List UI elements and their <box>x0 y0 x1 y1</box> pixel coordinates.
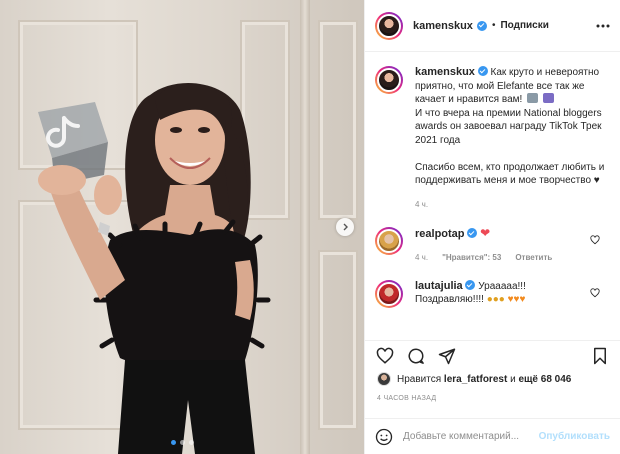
post-sidebar: kamenskux • Подписки kamenskux Как круто… <box>364 0 620 454</box>
likes-prefix: Нравится <box>397 373 442 385</box>
comment-item: realpotap ❤ 4 ч. "Нравится": 53 Ответить <box>365 227 620 264</box>
comment-item: lautajulia Урааааа!!! Поздравляю!!!! ●●●… <box>365 280 620 308</box>
avatar[interactable] <box>375 11 403 40</box>
carousel-next-button[interactable] <box>336 218 354 236</box>
heart-icon[interactable] <box>590 235 600 245</box>
bookmark-icon <box>594 347 606 364</box>
avatar[interactable] <box>375 227 403 255</box>
reply-button[interactable]: Ответить <box>515 251 552 264</box>
comment-button[interactable] <box>406 346 426 366</box>
likes-summary: Нравится lera_fatforest и ещё 68 046 <box>377 372 571 386</box>
avatar[interactable] <box>375 66 403 94</box>
likes-and: и <box>510 373 516 385</box>
carousel-dots <box>0 440 364 445</box>
author-username[interactable]: kamenskux <box>413 20 473 32</box>
verified-badge-icon <box>465 280 476 290</box>
headphones-emoji-icon <box>542 93 554 103</box>
more-horizontal-icon <box>596 24 610 28</box>
comment-input[interactable] <box>403 431 539 442</box>
post-header: kamenskux • Подписки <box>365 0 620 52</box>
comment-username[interactable]: realpotap <box>415 228 465 240</box>
add-comment-bar: Опубликовать <box>365 418 620 454</box>
comment-bubble-icon <box>408 347 424 364</box>
comment-time[interactable]: 4 ч. <box>415 251 428 264</box>
caption-username[interactable]: kamenskux <box>415 66 475 78</box>
party-emoji-icon: ●●● <box>486 294 505 305</box>
liker-avatar[interactable] <box>377 372 391 386</box>
camera-emoji-icon <box>527 93 539 103</box>
verified-badge-icon <box>477 66 488 76</box>
paper-plane-icon <box>438 348 456 364</box>
post-photo[interactable] <box>0 0 364 454</box>
comments-scroll[interactable]: kamenskux Как круто и невероятно приятно… <box>365 52 620 340</box>
like-button[interactable] <box>375 346 395 366</box>
avatar[interactable] <box>375 280 403 308</box>
photo-subject <box>38 83 271 454</box>
caption-text-block: kamenskux Как круто и невероятно приятно… <box>415 66 605 211</box>
comment-likes-count[interactable]: "Нравится": 53 <box>442 251 501 264</box>
post-actions <box>365 340 620 370</box>
verified-badge-icon <box>467 228 478 238</box>
comment-body: realpotap ❤ 4 ч. "Нравится": 53 Ответить <box>415 227 595 264</box>
carousel-dot <box>179 440 185 445</box>
carousel-dot <box>188 440 194 445</box>
comment-body: lautajulia Урааааа!!! Поздравляю!!!! ●●●… <box>415 280 595 308</box>
heart-icon[interactable] <box>590 288 600 298</box>
heart-icon <box>376 347 394 364</box>
chevron-right-icon <box>343 223 348 231</box>
posted-time[interactable]: 4 ЧАСОВ НАЗАД <box>377 395 436 402</box>
comment-username[interactable]: lautajulia <box>415 280 463 292</box>
header-separator: • <box>491 20 496 31</box>
heart-emoji-icon: ♥♥♥ <box>507 294 526 305</box>
carousel-dot <box>170 440 176 445</box>
following-button[interactable]: Подписки <box>500 20 548 31</box>
publish-button[interactable]: Опубликовать <box>539 431 610 442</box>
smiley-icon[interactable] <box>375 428 393 446</box>
post-caption: kamenskux Как круто и невероятно приятно… <box>365 52 620 211</box>
liker-username[interactable]: lera_fatforest <box>444 374 507 385</box>
save-button[interactable] <box>590 346 610 366</box>
more-options-button[interactable] <box>596 19 610 33</box>
likes-count-link[interactable]: ещё 68 046 <box>518 374 571 385</box>
comment-meta: 4 ч. "Нравится": 53 Ответить <box>415 251 595 264</box>
caption-time[interactable]: 4 ч. <box>415 198 605 212</box>
comment-text: ❤ <box>480 226 491 240</box>
caption-line-3: Спасибо всем, кто продолжает любить и по… <box>415 161 605 187</box>
share-button[interactable] <box>437 346 457 366</box>
verified-badge-icon <box>476 20 487 31</box>
caption-line-2: И что вчера на премии National bloggers … <box>415 107 602 146</box>
